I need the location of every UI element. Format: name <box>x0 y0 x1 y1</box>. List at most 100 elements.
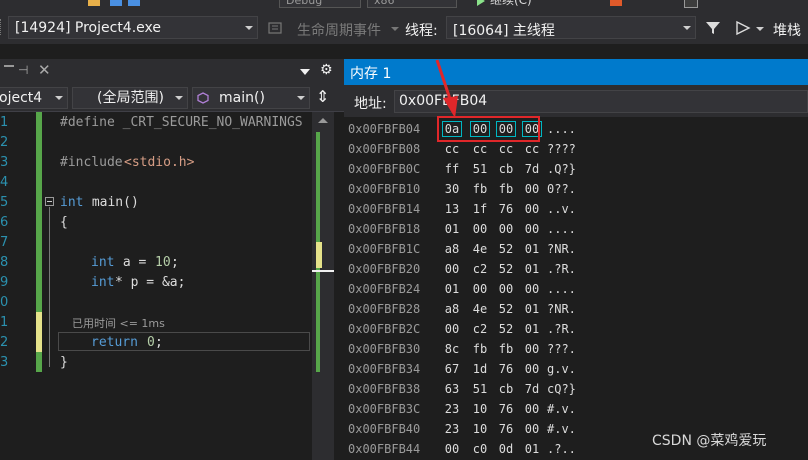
memory-byte[interactable]: 00 <box>523 282 541 296</box>
memory-byte[interactable]: fb <box>471 182 489 196</box>
memory-byte[interactable]: 01 <box>443 222 461 236</box>
memory-row[interactable]: 0x00FBFB18 01 00 00 00.... <box>344 219 808 239</box>
memory-row[interactable]: 0x00FBFB2C 00 c2 52 01 .?R. <box>344 319 808 339</box>
memory-grid[interactable]: 0x00FBFB04 0a 00 00 00.... 0x00FBFB08 cc cc cc cc… <box>344 117 808 460</box>
memory-byte[interactable]: fb <box>497 182 515 196</box>
flag-icon[interactable] <box>735 20 751 36</box>
memory-row[interactable]: 0x00FBFB04 0a 00 00 00.... <box>344 119 808 139</box>
fire-icon[interactable] <box>610 0 622 6</box>
memory-row[interactable]: 0x00FBFB10 30 fb fb 00 0??. <box>344 179 808 199</box>
memory-row[interactable]: 0x00FBFB20 00 c2 52 01 .?R. <box>344 259 808 279</box>
memory-byte[interactable]: 00 <box>523 202 541 216</box>
memory-byte[interactable]: 01 <box>443 282 461 296</box>
memory-byte[interactable]: fb <box>497 342 515 356</box>
memory-row[interactable]: 0x00FBFB1C a8 4e 52 01 ?NR. <box>344 239 808 259</box>
toolbar-icon[interactable] <box>110 0 122 6</box>
memory-row[interactable]: 0x00FBFB0C ff 51 cb 7d .Q?} <box>344 159 808 179</box>
memory-byte[interactable]: 8c <box>443 342 461 356</box>
scroll-thumb-line[interactable] <box>312 270 334 272</box>
memory-row[interactable]: 0x00FBFB28 a8 4e 52 01 ?NR. <box>344 299 808 319</box>
thread-dropdown[interactable]: [16064] 主线程 <box>446 16 696 39</box>
memory-byte[interactable]: 76 <box>497 422 515 436</box>
memory-byte[interactable]: 01 <box>523 322 541 336</box>
split-icon[interactable]: ⇕ <box>316 87 329 106</box>
memory-byte[interactable]: 00 <box>523 402 541 416</box>
toolbar-icon[interactable] <box>128 0 140 6</box>
stop-icon[interactable] <box>684 0 698 8</box>
memory-byte[interactable]: 00 <box>523 182 541 196</box>
memory-byte[interactable]: 00 <box>497 282 515 296</box>
memory-byte[interactable]: 1f <box>471 202 489 216</box>
process-dropdown[interactable]: [14924] Project4.exe <box>8 16 258 39</box>
memory-byte[interactable]: 52 <box>497 322 515 336</box>
memory-byte[interactable]: fb <box>471 342 489 356</box>
code-editor[interactable]: 1 2 3 4 5 6 7 8 9 0 1 2 3 #define _CRT_S… <box>0 112 312 460</box>
memory-byte[interactable]: 10 <box>471 422 489 436</box>
memory-byte[interactable]: 01 <box>523 442 541 456</box>
platform-dropdown[interactable]: x86 <box>367 0 457 8</box>
memory-byte[interactable]: 0d <box>497 442 515 456</box>
memory-byte[interactable]: c2 <box>471 322 489 336</box>
lifecycle-events-icon[interactable] <box>268 21 282 35</box>
memory-row[interactable]: 0x00FBFB34 67 1d 76 00 g.v. <box>344 359 808 379</box>
memory-byte[interactable]: 30 <box>443 182 461 196</box>
filter-icon[interactable] <box>705 20 721 36</box>
project-dropdown[interactable]: oject4 <box>0 87 68 109</box>
memory-row[interactable]: 0x00FBFB38 63 51 cb 7d cQ?} <box>344 379 808 399</box>
memory-byte[interactable]: 23 <box>443 402 461 416</box>
memory-byte[interactable]: 00 <box>443 442 461 456</box>
memory-row[interactable]: 0x00FBFB14 13 1f 76 00 ..v. <box>344 199 808 219</box>
memory-byte[interactable]: c2 <box>471 262 489 276</box>
memory-byte[interactable]: 67 <box>443 362 461 376</box>
memory-byte[interactable]: cb <box>497 382 515 396</box>
memory-byte[interactable]: 76 <box>497 202 515 216</box>
memory-byte[interactable]: 00 <box>443 322 461 336</box>
memory-byte[interactable]: 51 <box>471 382 489 396</box>
memory-byte[interactable]: 7d <box>523 162 541 176</box>
memory-byte[interactable]: 00 <box>523 362 541 376</box>
memory-byte[interactable]: cb <box>497 162 515 176</box>
memory-byte[interactable]: 01 <box>523 262 541 276</box>
memory-byte[interactable]: cc <box>443 142 461 156</box>
memory-byte[interactable]: 4e <box>471 242 489 256</box>
memory-byte[interactable]: 23 <box>443 422 461 436</box>
memory-byte[interactable]: 10 <box>471 402 489 416</box>
memory-byte[interactable]: 4e <box>471 302 489 316</box>
memory-byte[interactable]: 00 <box>471 282 489 296</box>
memory-byte[interactable]: 76 <box>497 402 515 416</box>
pin-icon[interactable]: ⊣ <box>18 63 28 77</box>
memory-byte[interactable]: 01 <box>523 242 541 256</box>
memory-row[interactable]: 0x00FBFB24 01 00 00 00.... <box>344 279 808 299</box>
memory-byte[interactable]: 00 <box>523 342 541 356</box>
memory-byte[interactable]: 63 <box>443 382 461 396</box>
memory-byte[interactable]: 00 <box>471 222 489 236</box>
memory-byte[interactable]: 00 <box>523 222 541 236</box>
scroll-up-arrow[interactable] <box>318 118 328 123</box>
memory-byte[interactable]: 52 <box>497 262 515 276</box>
gear-icon[interactable]: ⚙ <box>320 62 333 78</box>
memory-byte[interactable]: 01 <box>523 302 541 316</box>
memory-row[interactable]: 0x00FBFB3C 23 10 76 00 #.v. <box>344 399 808 419</box>
memory-byte[interactable]: a8 <box>443 302 461 316</box>
pin-icon[interactable] <box>4 65 14 67</box>
memory-byte[interactable]: 1d <box>471 362 489 376</box>
close-icon[interactable]: ✕ <box>38 61 51 79</box>
memory-byte[interactable]: cc <box>497 142 515 156</box>
continue-button[interactable]: 继续(C) <box>490 0 532 8</box>
chevron-down-icon[interactable] <box>300 69 310 75</box>
editor-scrollbar[interactable] <box>312 112 334 460</box>
memory-byte[interactable]: ff <box>443 162 461 176</box>
memory-byte[interactable]: a8 <box>443 242 461 256</box>
memory-byte[interactable]: cc <box>523 142 541 156</box>
memory-byte[interactable]: 00 <box>497 222 515 236</box>
memory-byte[interactable]: 76 <box>497 362 515 376</box>
memory-byte[interactable]: 13 <box>443 202 461 216</box>
scope-dropdown[interactable]: (全局范围) <box>72 87 188 109</box>
memory-byte[interactable]: 51 <box>471 162 489 176</box>
memory-byte[interactable]: 00 <box>523 422 541 436</box>
function-dropdown[interactable]: main() <box>192 87 310 109</box>
play-icon[interactable] <box>477 0 485 6</box>
toolbar-icon[interactable] <box>88 0 100 6</box>
config-dropdown[interactable]: Debug <box>279 0 361 8</box>
memory-byte[interactable]: cc <box>471 142 489 156</box>
